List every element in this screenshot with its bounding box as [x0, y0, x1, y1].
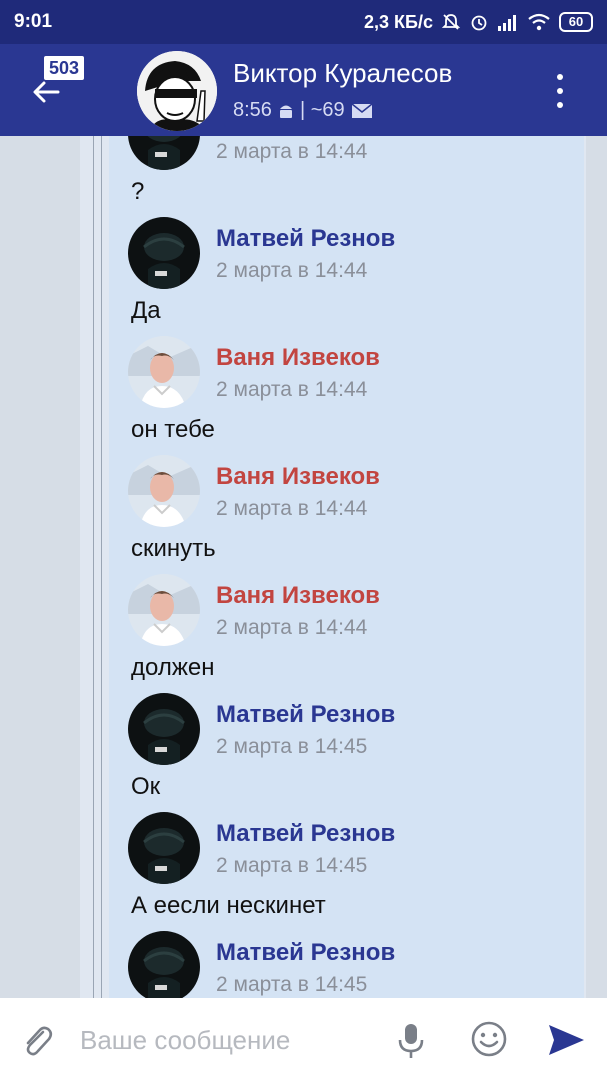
- send-icon: [549, 1025, 584, 1055]
- more-menu-button[interactable]: [548, 74, 572, 108]
- message-item[interactable]: Ваня Извеков 2 марта в 14:44 должен: [128, 574, 568, 693]
- message-item[interactable]: Матвей Резнов 2 марта в 14:45 А еесли неск…: [128, 812, 568, 931]
- message-item[interactable]: Матвей Резнов2 марта в 14:44?: [128, 136, 568, 217]
- message-time: 2 марта в 14:45: [216, 973, 368, 996]
- message-item[interactable]: Матвей Резнов 2 марта в 14:44 Да: [128, 217, 568, 336]
- status-time: 9:01: [14, 11, 53, 32]
- message-text: должен: [131, 654, 215, 681]
- author-avatar[interactable]: [128, 574, 200, 646]
- network-speed: 2,3 КБ/с: [364, 11, 433, 32]
- author-name[interactable]: Матвей Резнов: [216, 820, 395, 848]
- message-text: А еесли нескинет: [131, 892, 326, 919]
- author-name[interactable]: Ваня Извеков: [216, 463, 380, 491]
- composer: [0, 998, 607, 1080]
- thread-line: [101, 136, 102, 998]
- dot-icon: [557, 102, 563, 108]
- last-seen-time: 8:56: [233, 99, 272, 121]
- author-name[interactable]: Матвей Резнов: [216, 939, 395, 967]
- author-avatar[interactable]: [128, 931, 200, 998]
- unread-badge: 503: [44, 56, 85, 80]
- message-item[interactable]: Ваня Извеков 2 марта в 14:44 скинуть: [128, 455, 568, 574]
- thread-line: [93, 136, 94, 998]
- message-text: скинуть: [131, 535, 216, 562]
- send-button[interactable]: [546, 1022, 586, 1058]
- paperclip-icon: [26, 1026, 53, 1056]
- status-indicators: 2,3 КБ/с 60: [364, 12, 593, 33]
- envelope-icon: [351, 102, 373, 118]
- attach-button[interactable]: [18, 1022, 56, 1060]
- chat-avatar[interactable]: [137, 51, 217, 131]
- battery-icon: 60: [559, 12, 593, 32]
- emoji-button[interactable]: [470, 1020, 508, 1058]
- message-item[interactable]: Матвей Резнов 2 марта в 14:45 Ок: [128, 693, 568, 812]
- chat-title[interactable]: Виктор Куралесов: [233, 58, 533, 89]
- chat-header: 503 Виктор Куралесов 8:56 | ~69: [0, 44, 607, 136]
- author-name[interactable]: Ваня Извеков: [216, 344, 380, 372]
- message-time: 2 марта в 14:44: [216, 140, 368, 163]
- dot-icon: [557, 74, 563, 80]
- author-avatar[interactable]: [128, 812, 200, 884]
- message-text: ?: [131, 178, 145, 205]
- author-name[interactable]: Ваня Извеков: [216, 582, 380, 610]
- wifi-icon: [527, 13, 551, 31]
- author-name[interactable]: Матвей Резнов: [216, 701, 395, 729]
- author-avatar[interactable]: [128, 693, 200, 765]
- android-icon: [279, 105, 292, 118]
- message-input[interactable]: [80, 1020, 380, 1060]
- message-list[interactable]: Матвей Резнов2 марта в 14:44?Матвей Резн…: [0, 136, 607, 998]
- message-time: 2 марта в 14:44: [216, 497, 368, 520]
- dot-icon: [557, 88, 563, 94]
- message-time: 2 марта в 14:44: [216, 616, 368, 639]
- message-time: 2 марта в 14:45: [216, 735, 368, 758]
- message-text: Да: [131, 297, 161, 324]
- author-avatar[interactable]: [128, 136, 200, 170]
- author-avatar[interactable]: [128, 336, 200, 408]
- alarm-icon: [469, 12, 489, 32]
- message-item[interactable]: Матвей Резнов 2 марта в 14:45: [128, 931, 568, 998]
- author-avatar[interactable]: [128, 217, 200, 289]
- author-name[interactable]: Матвей Резнов: [216, 225, 395, 253]
- message-time: 2 марта в 14:45: [216, 854, 368, 877]
- microphone-icon: [398, 1024, 424, 1058]
- message-time: 2 марта в 14:44: [216, 259, 368, 282]
- message-item[interactable]: Ваня Извеков 2 марта в 14:44 он тебе: [128, 336, 568, 455]
- message-text: он тебе: [131, 416, 215, 443]
- mute-icon: [441, 12, 461, 32]
- message-text: Ок: [131, 773, 161, 800]
- messages: Матвей Резнов2 марта в 14:44?Матвей Резн…: [128, 136, 568, 998]
- message-time: 2 марта в 14:44: [216, 378, 368, 401]
- author-avatar[interactable]: [128, 455, 200, 527]
- voice-message-button[interactable]: [396, 1020, 426, 1060]
- chat-subtitle: 8:56 | ~69: [233, 99, 373, 122]
- status-bar: 9:01 2,3 КБ/с 60: [0, 0, 607, 44]
- member-count: | ~69: [299, 99, 345, 121]
- smiley-icon: [471, 1021, 507, 1057]
- signal-icon: [497, 13, 519, 31]
